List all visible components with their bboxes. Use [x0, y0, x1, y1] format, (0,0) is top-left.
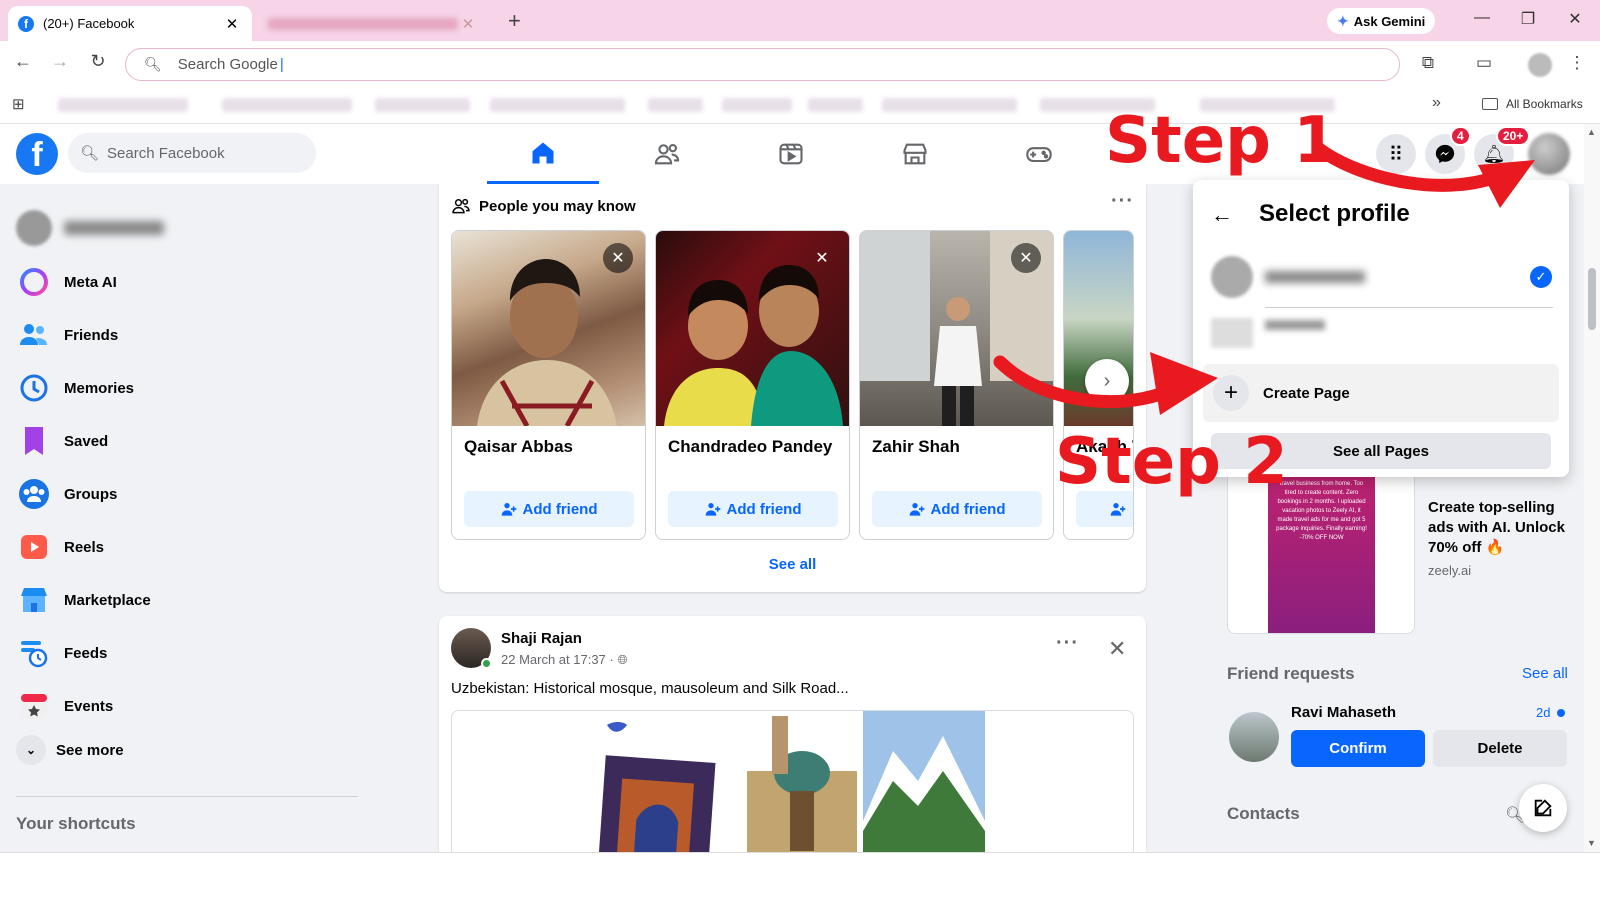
window-bottom-area: [0, 852, 1600, 900]
step-2-annotation: Step 2: [1055, 425, 1288, 499]
scroll-down-icon[interactable]: ▼: [1587, 838, 1596, 848]
scroll-up-icon[interactable]: ▲: [1587, 127, 1596, 137]
scrollbar-thumb[interactable]: [1588, 268, 1596, 330]
page-scrollbar[interactable]: ▲ ▼: [1584, 124, 1600, 852]
tutorial-arrows: [993, 141, 1535, 415]
step-1-annotation: Step 1: [1105, 104, 1338, 178]
